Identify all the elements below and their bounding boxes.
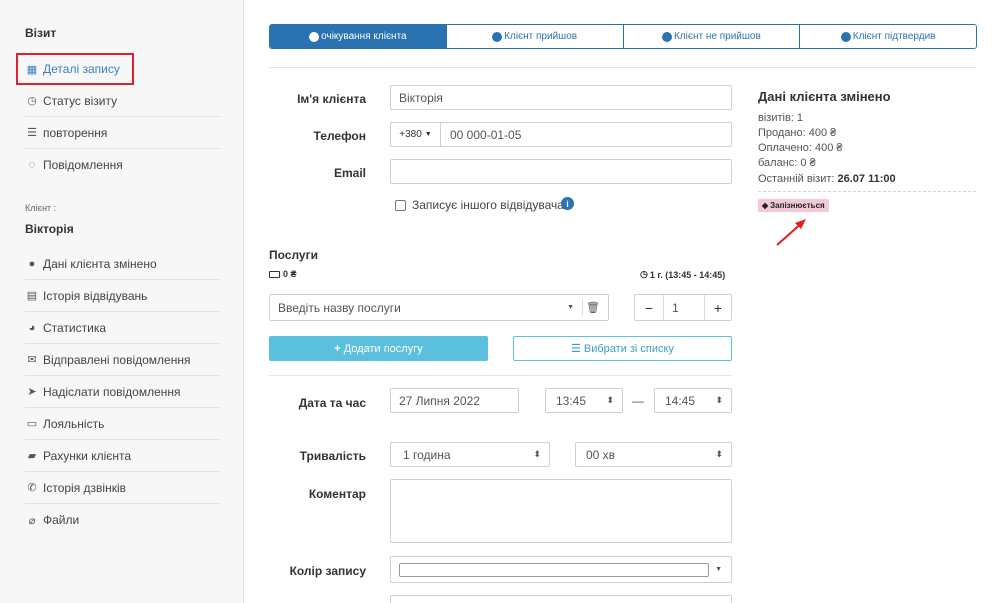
quantity-input[interactable]: 1 [664,301,704,315]
phone-code-select[interactable]: +380 ▼ [391,123,441,146]
phone-icon: ✆ [27,482,37,494]
client-name-input[interactable]: Вікторія [390,85,732,110]
next-field[interactable] [390,595,732,603]
client-visits: візитів: 1 [758,112,804,124]
services-total: 0 ₴ [269,269,297,279]
services-heading: Послуги [269,248,318,262]
paperclip-icon: ⌀ [28,514,36,527]
sidebar-item-statistics[interactable]: ◕ Статистика [25,312,220,344]
updown-icon: ⬍ [715,449,723,459]
status-badge: ◆ Запізнюється [758,199,829,212]
date-input[interactable]: 27 Липня 2022 [390,388,519,413]
choose-from-list-button[interactable]: ☰ Вибрати зі списку [513,336,732,361]
annotation-arrow-icon [776,219,806,246]
client-paid: Оплачено: 400 ₴ [758,142,843,154]
other-visitor-checkbox[interactable] [395,200,406,211]
check-circle-icon [840,31,851,42]
clock-icon [309,31,320,42]
sidebar-item-visit-history[interactable]: ▤ Історія відвідувань [25,280,220,312]
client-name: Вікторія [25,222,74,236]
phone-input[interactable]: 00 000-01-05 [450,128,521,142]
status-tabs: очікування клієнта Клієнт прийшов Клієнт… [269,24,977,49]
sidebar-item-client-data[interactable]: ● Дані клієнта змінено [25,248,220,280]
tab-client-no-show[interactable]: Клієнт не прийшов [622,25,800,48]
sidebar-item-loyalty[interactable]: ▭ Лояльність [25,408,220,440]
updown-icon: ⬍ [715,395,723,405]
client-balance: баланс: 0 ₴ [758,157,816,169]
sidebar-item-files[interactable]: ⌀ Файли [25,504,220,536]
updown-icon: ⬍ [606,395,614,405]
money-icon [269,270,280,278]
plus-icon: + [334,342,341,355]
tab-client-confirmed[interactable]: Клієнт підтвердив [799,25,976,48]
pie-chart-icon: ◕ [28,321,36,334]
clock-icon: ◷ [640,269,648,279]
caret-down-icon: ▼ [715,566,722,573]
sidebar-item-visit-status[interactable]: ◷ Статус візиту [25,85,220,117]
envelope-icon: ✉ [27,354,37,366]
quantity-stepper: − 1 + [634,294,732,321]
divider [269,67,977,68]
send-icon: ➤ [27,386,37,398]
services-duration: ◷ 1 г. (13:45 - 14:45) [640,269,726,280]
time-end-select[interactable]: 14:45 ⬍ [654,388,732,413]
clock-icon: ◷ [27,95,37,107]
caret-down-icon: ▼ [424,131,432,138]
info-icon[interactable]: i [561,197,574,210]
tag-icon: ◆ [762,201,769,210]
updown-icon: ⬍ [533,449,541,459]
sidebar-item-send-message[interactable]: ➤ Надіслати повідомлення [25,376,220,408]
briefcase-icon: ▰ [27,450,37,462]
email-input[interactable] [390,159,732,184]
record-color-select[interactable]: ▼ [390,556,732,583]
client-last-visit: Останній візит: 26.07 11:00 [758,173,896,185]
duration-minutes-select[interactable]: 00 хв ⬍ [575,442,732,467]
duration-label: Тривалість [299,449,366,463]
list-icon: ☰ [571,343,581,355]
active-item-highlight [16,53,134,85]
sidebar-item-repeat[interactable]: ☰ повторення [25,117,220,149]
plus-circle-icon [492,31,503,42]
sidebar-item-call-history[interactable]: ✆ Історія дзвінків [25,472,220,504]
visit-heading: Візит [25,26,57,40]
time-start-select[interactable]: 13:45 ⬍ [545,388,623,413]
service-search-input[interactable]: Введіть назву послуги ▼ 🗑 [269,294,609,321]
history-icon: ▤ [26,290,38,302]
phone-label: Телефон [313,129,366,143]
sidebar: Візит ▦ Деталі запису ◷ Статус візиту ☰ … [0,0,244,603]
sidebar-item-sent-messages[interactable]: ✉ Відправлені повідомлення [25,344,220,376]
comment-label: Коментар [308,487,366,501]
color-swatch [399,562,709,577]
divider [758,191,976,192]
datetime-label: Дата та час [298,396,366,410]
user-icon: ● [28,257,36,270]
divider [582,299,583,316]
list-icon: ☰ [27,127,37,139]
email-label: Email [333,166,366,180]
divider [269,375,732,376]
client-sold: Продано: 400 ₴ [758,127,837,139]
client-info-title: Дані клієнта змінено [758,89,891,104]
add-service-button[interactable]: + Додати послугу [269,336,488,361]
other-visitor-label: Записує іншого відвідувача [412,198,564,212]
minus-circle-icon [661,31,672,42]
phone-field: +380 ▼ 00 000-01-05 [390,122,732,147]
comment-textarea[interactable] [390,479,732,543]
sidebar-item-client-accounts[interactable]: ▰ Рахунки клієнта [25,440,220,472]
chat-icon: ◌ [28,159,36,171]
caret-down-icon: ▼ [567,304,574,311]
tab-waiting[interactable]: очікування клієнта [270,25,446,48]
card-icon: ▭ [26,418,38,430]
minus-button[interactable]: − [635,300,663,316]
record-color-label: Колір запису [289,564,366,578]
tab-client-arrived[interactable]: Клієнт прийшов [445,25,623,48]
sidebar-item-messages[interactable]: ◌ Повідомлення [25,149,220,181]
plus-button[interactable]: + [705,300,731,316]
time-separator: — [632,394,644,408]
duration-hours-select[interactable]: 1 година ⬍ [390,442,550,467]
client-label: Клієнт : [25,203,57,213]
trash-icon[interactable]: 🗑 [586,301,600,314]
client-name-label: Ім'я клієнта [297,92,366,106]
